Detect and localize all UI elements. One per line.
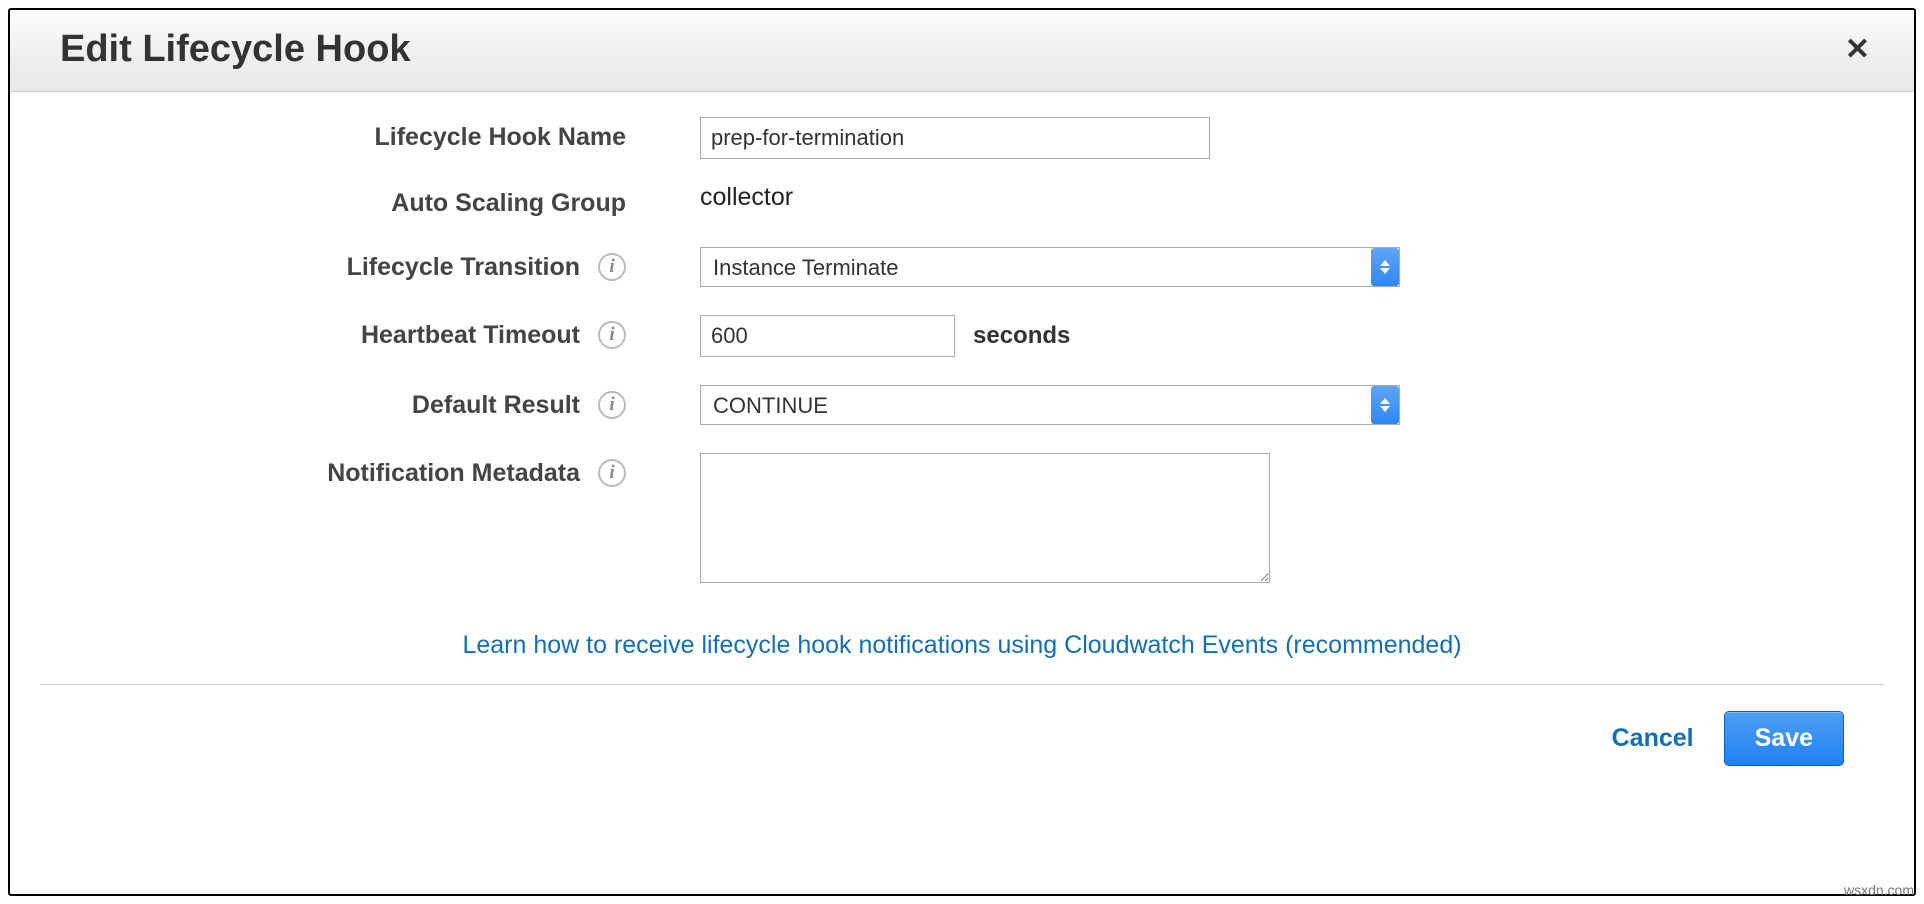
info-icon[interactable]: i bbox=[598, 391, 626, 419]
hook-name-label: Lifecycle Hook Name bbox=[375, 123, 627, 152]
edit-lifecycle-hook-dialog: Edit Lifecycle Hook ✕ Lifecycle Hook Nam… bbox=[8, 8, 1916, 896]
transition-label: Lifecycle Transition bbox=[347, 253, 580, 282]
result-select[interactable]: CONTINUE bbox=[700, 385, 1400, 425]
separator bbox=[40, 684, 1884, 685]
attribution-text: wsxdn.com bbox=[1844, 882, 1914, 898]
timeout-label: Heartbeat Timeout bbox=[361, 321, 580, 350]
hook-name-input[interactable] bbox=[700, 117, 1210, 159]
asg-value: collector bbox=[700, 183, 793, 212]
row-timeout: Heartbeat Timeout i seconds bbox=[40, 315, 1884, 357]
metadata-textarea[interactable] bbox=[700, 453, 1270, 583]
result-select-wrap: CONTINUE bbox=[700, 385, 1400, 425]
metadata-label: Notification Metadata bbox=[327, 459, 580, 488]
transition-select-wrap: Instance Terminate bbox=[700, 247, 1400, 287]
timeout-input[interactable] bbox=[700, 315, 955, 357]
row-asg: Auto Scaling Group collector bbox=[40, 183, 1884, 223]
row-result: Default Result i CONTINUE bbox=[40, 385, 1884, 425]
timeout-unit: seconds bbox=[973, 322, 1070, 350]
row-metadata: Notification Metadata i bbox=[40, 453, 1884, 583]
result-label: Default Result bbox=[412, 391, 580, 420]
info-icon[interactable]: i bbox=[598, 459, 626, 487]
dialog-body: Lifecycle Hook Name Auto Scaling Group c… bbox=[10, 92, 1914, 894]
cancel-button[interactable]: Cancel bbox=[1612, 724, 1694, 753]
learn-link[interactable]: Learn how to receive lifecycle hook noti… bbox=[462, 631, 1461, 659]
row-transition: Lifecycle Transition i Instance Terminat… bbox=[40, 247, 1884, 287]
row-hook-name: Lifecycle Hook Name bbox=[40, 117, 1884, 159]
dialog-header: Edit Lifecycle Hook ✕ bbox=[10, 10, 1914, 92]
save-button[interactable]: Save bbox=[1724, 711, 1844, 766]
info-icon[interactable]: i bbox=[598, 253, 626, 281]
close-icon[interactable]: ✕ bbox=[1831, 32, 1884, 67]
help-row: Learn how to receive lifecycle hook noti… bbox=[40, 631, 1884, 660]
dialog-title: Edit Lifecycle Hook bbox=[60, 28, 411, 71]
asg-label: Auto Scaling Group bbox=[391, 189, 626, 218]
transition-select[interactable]: Instance Terminate bbox=[700, 247, 1400, 287]
dialog-footer: Cancel Save bbox=[40, 705, 1884, 788]
info-icon[interactable]: i bbox=[598, 321, 626, 349]
